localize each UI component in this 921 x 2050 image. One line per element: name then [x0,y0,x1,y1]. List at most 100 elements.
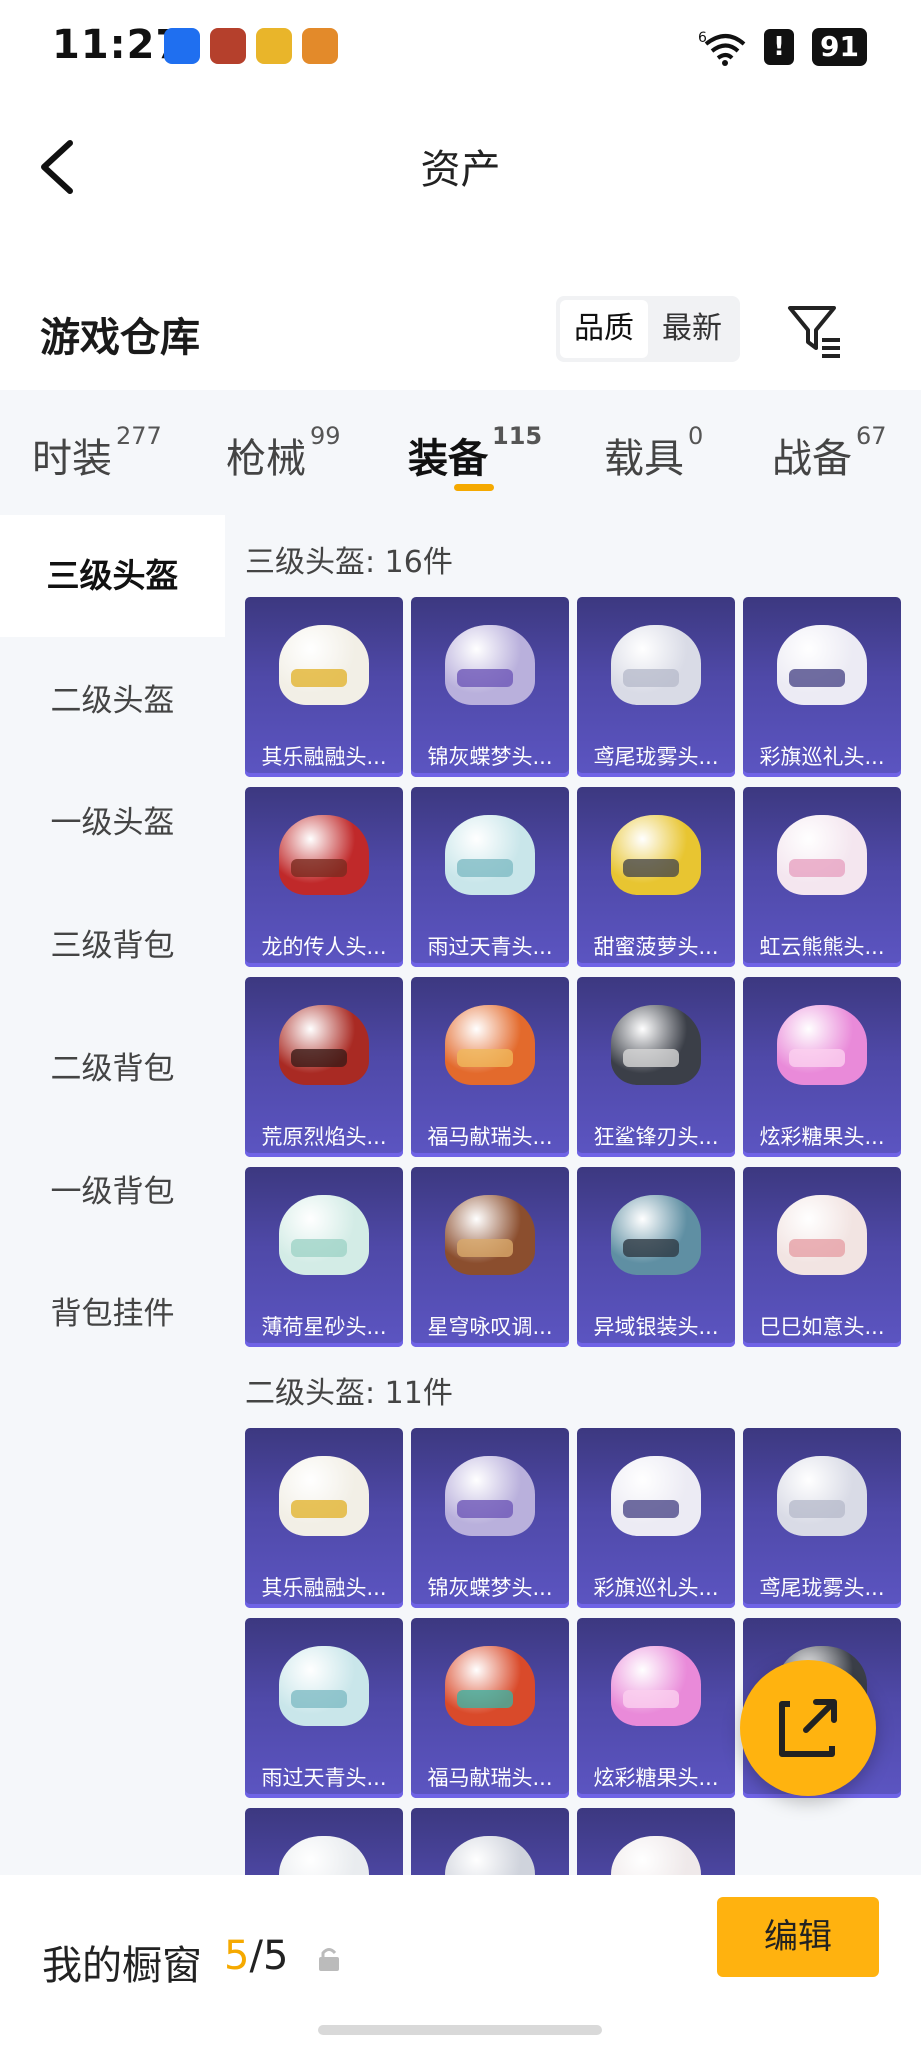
helmet-visor [457,1500,513,1518]
helmet-image [445,1456,535,1536]
helmet-visor [623,1049,679,1067]
svg-text:6: 6 [698,30,707,46]
sort-quality-option[interactable]: 品质 [560,300,648,358]
item-card[interactable]: 福马献瑞头... [411,977,569,1157]
alert-icon: ! [764,29,795,65]
item-card[interactable]: 薄荷星砂头... [245,1167,403,1347]
helmet-image [279,625,369,705]
item-card[interactable]: 狂鲨锋刃头... [577,977,735,1157]
lightbulb-app-icon [164,28,200,64]
showcase-label: 我的橱窗 [42,1943,202,1989]
helmet-visor [623,669,679,687]
helmet-image [279,1456,369,1536]
helmet-image [611,625,701,705]
edit-button[interactable]: 编辑 [717,1897,879,1977]
home-indicator [318,2025,602,2035]
item-card[interactable] [245,1808,403,1875]
item-card[interactable]: 炫彩糖果头... [743,977,901,1157]
item-card[interactable]: 龙的传人头... [245,787,403,967]
item-name: 锦灰蝶梦头... [427,1576,553,1600]
item-card[interactable]: 其乐融融头... [245,597,403,777]
helmet-image [279,1005,369,1085]
item-name: 雨过天青头... [261,1766,387,1790]
helmet-image [777,625,867,705]
helmet-visor [789,669,845,687]
helmet-visor [623,1239,679,1257]
filter-icon[interactable] [784,300,844,360]
helmet-visor [457,1239,513,1257]
active-tab-indicator [454,484,494,491]
item-name: 鸢尾珑雾头... [593,745,719,769]
item-card[interactable] [411,1808,569,1875]
item-card[interactable]: 彩旗巡礼头... [743,597,901,777]
item-card[interactable] [577,1808,735,1875]
item-card[interactable]: 锦灰蝶梦头... [411,1428,569,1608]
section-title-level3: 三级头盔: 16件 [245,545,453,580]
item-card[interactable]: 鸢尾珑雾头... [743,1428,901,1608]
sidebar-item-level2-backpack[interactable]: 二级背包 [0,1043,225,1088]
share-icon [779,1699,837,1757]
helmet-image [777,1456,867,1536]
helmet-image [445,1195,535,1275]
wifi-icon: 6 [698,30,746,66]
helmet-image [279,815,369,895]
item-name: 炫彩糖果头... [759,1125,885,1149]
target-app-icon [256,28,292,64]
item-card[interactable]: 甜蜜菠萝头... [577,787,735,967]
sidebar-item-level1-backpack[interactable]: 一级背包 [0,1166,225,1211]
sidebar-item-level3-helmet[interactable]: 三级头盔 [0,515,225,637]
item-name: 星穹咏叹调... [427,1315,553,1339]
section-title-level2: 二级头盔: 11件 [245,1376,453,1411]
item-card[interactable]: 炫彩糖果头... [577,1618,735,1798]
helmet-visor [291,1049,347,1067]
item-card[interactable]: 鸢尾珑雾头... [577,597,735,777]
helmet-visor [457,859,513,877]
item-card[interactable]: 巳巳如意头... [743,1167,901,1347]
item-name: 雨过天青头... [427,935,553,959]
tab-gear[interactable]: 战备67 [772,422,887,484]
sidebar-item-level2-helmet[interactable]: 二级头盔 [0,675,225,720]
helmet-visor [623,1500,679,1518]
item-card[interactable]: 其乐融融头... [245,1428,403,1608]
helmet-image [611,1646,701,1726]
helmet-image [279,1195,369,1275]
item-card[interactable]: 异域银装头... [577,1167,735,1347]
item-name: 龙的传人头... [261,935,387,959]
helmet-visor [291,1500,347,1518]
item-card[interactable]: 福马献瑞头... [411,1618,569,1798]
item-card[interactable]: 雨过天青头... [245,1618,403,1798]
sidebar-item-backpack-charm[interactable]: 背包挂件 [0,1288,225,1333]
helmet-image [279,1836,369,1875]
sort-newest-option[interactable]: 最新 [648,300,736,358]
tab-vehicles[interactable]: 载具0 [604,422,703,484]
item-name: 锦灰蝶梦头... [427,745,553,769]
helmet-image [445,1836,535,1875]
helmet-visor [789,1500,845,1518]
sidebar-item-level3-backpack[interactable]: 三级背包 [0,920,225,965]
battery-icon: 91 [812,28,867,66]
tab-equipment[interactable]: 装备115 [408,422,542,484]
helmet-image [611,1195,701,1275]
item-card[interactable]: 雨过天青头... [411,787,569,967]
helmet-image [445,815,535,895]
tab-firearms[interactable]: 枪械99 [226,422,341,484]
tab-fashion[interactable]: 时装277 [32,422,162,484]
item-name: 其乐融融头... [261,1576,387,1600]
game-app-icon [210,28,246,64]
share-fab-button[interactable] [740,1660,876,1796]
item-card[interactable]: 锦灰蝶梦头... [411,597,569,777]
item-card[interactable]: 彩旗巡礼头... [577,1428,735,1608]
item-name: 其乐融融头... [261,745,387,769]
helmet-visor [457,1690,513,1708]
sidebar-item-level1-helmet[interactable]: 一级头盔 [0,797,225,842]
item-card[interactable]: 虹云熊熊头... [743,787,901,967]
helmet-visor [789,1049,845,1067]
helmet-image [611,1005,701,1085]
item-card[interactable]: 荒原烈焰头... [245,977,403,1157]
helmet-visor [291,1239,347,1257]
item-name: 薄荷星砂头... [261,1315,387,1339]
item-card[interactable]: 星穹咏叹调... [411,1167,569,1347]
nav-bar: 资产 [0,95,921,235]
helmet-visor [789,859,845,877]
helmet-visor [623,859,679,877]
